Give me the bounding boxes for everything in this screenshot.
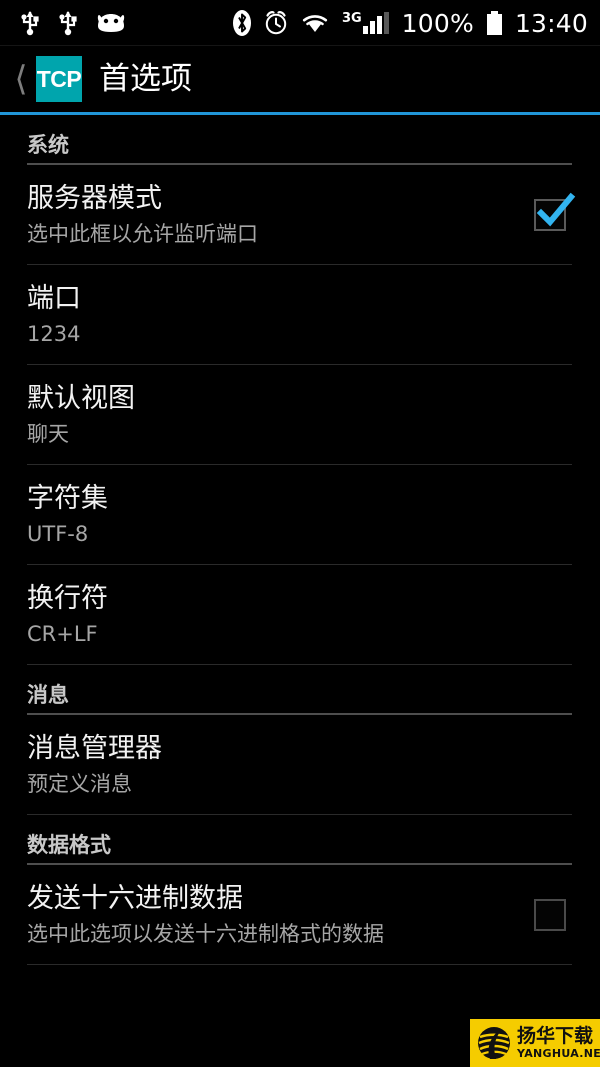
watermark-text: 扬华下载 YANGHUA.NET — [517, 1025, 600, 1060]
status-bar-left-icons — [20, 10, 126, 36]
preference-list: 系统服务器模式选中此框以允许监听端口端口 1234 默认视图聊天字符集 UTF-8 换行… — [0, 115, 600, 966]
preference-title: 发送十六进制数据 — [27, 883, 243, 915]
preference-title: 端口 — [27, 283, 81, 315]
preference-summary: 1234 — [27, 321, 81, 346]
preference-texts: 换行符 CR+LF — [27, 583, 573, 647]
preference-row[interactable]: 消息管理器预定义消息 — [0, 715, 600, 814]
alarm-clock-icon — [265, 11, 287, 35]
section-header: 数据格式 — [0, 815, 600, 863]
status-bar: 3G 100% 13:40 — [0, 0, 600, 46]
preference-summary: CR+LF — [27, 622, 98, 647]
preference-title: 服务器模式 — [27, 183, 162, 214]
page-title: 首选项 — [99, 60, 192, 97]
usb-icon — [59, 11, 77, 36]
action-bar: ⟨ TCP 首选项 — [0, 46, 600, 112]
preference-row[interactable]: 换行符 CR+LF — [0, 565, 600, 664]
battery-percent-label: 100% — [401, 8, 474, 38]
preference-title: 消息管理器 — [27, 733, 162, 765]
section-header: 系统 — [0, 115, 600, 163]
preference-summary: 选中此框以允许监听端口 — [27, 221, 258, 246]
clock-label: 13:40 — [514, 8, 588, 38]
watermark-cn-label: 扬华下载 — [517, 1025, 594, 1047]
section-header: 消息 — [0, 665, 600, 713]
preference-row[interactable]: 默认视图 聊天 — [0, 365, 600, 464]
preference-row[interactable]: 字符集 UTF-8 — [0, 465, 600, 564]
phone-screen: 3G 100% 13:40 ⟨ TCP 首选项 系统服务器模式选中此框以允许监听… — [0, 0, 600, 1067]
row-divider — [27, 964, 572, 966]
preference-texts: 端口 1234 — [27, 283, 573, 347]
checkmark-icon — [536, 192, 576, 227]
preference-summary: 预定义消息 — [27, 772, 132, 797]
checkbox-checked[interactable] — [527, 192, 576, 238]
preference-texts: 消息管理器预定义消息 — [27, 733, 573, 797]
watermark-badge: 扬华下载 YANGHUA.NET — [470, 1019, 600, 1067]
app-icon[interactable]: TCP — [36, 56, 82, 102]
status-bar-right-icons: 3G 100% 13:40 — [232, 8, 588, 38]
network-type-label: 3G — [341, 11, 362, 26]
preference-title: 换行符 — [27, 583, 108, 615]
preference-row[interactable]: 发送十六进制数据选中此选项以发送十六进制格式的数据 — [0, 865, 600, 964]
preference-texts: 发送十六进制数据选中此选项以发送十六进制格式的数据 — [27, 883, 511, 947]
preference-summary: 选中此选项以发送十六进制格式的数据 — [27, 922, 384, 947]
usb-icon — [21, 11, 39, 36]
android-head-icon — [97, 14, 125, 32]
watermark-en-label: YANGHUA.NET — [517, 1047, 600, 1060]
section-header-label: 消息 — [27, 683, 69, 708]
preference-title: 默认视图 — [27, 383, 135, 415]
globe-icon — [478, 1027, 510, 1059]
preference-texts: 字符集 UTF-8 — [27, 483, 573, 547]
signal-bars — [362, 12, 389, 34]
signal-bars-icon: 3G — [342, 12, 389, 34]
checkbox-unchecked[interactable] — [527, 892, 573, 938]
preference-texts: 服务器模式选中此框以允许监听端口 — [27, 183, 511, 247]
battery-icon — [486, 11, 502, 35]
back-chevron-icon[interactable]: ⟨ — [8, 57, 34, 101]
section-header-label: 系统 — [27, 133, 69, 157]
checkbox-box — [534, 899, 566, 932]
preference-summary: 聊天 — [27, 421, 69, 446]
wifi-icon — [302, 15, 328, 32]
preference-row[interactable]: 端口 1234 — [0, 265, 600, 364]
preference-texts: 默认视图 聊天 — [27, 383, 573, 447]
preference-row[interactable]: 服务器模式选中此框以允许监听端口 — [0, 165, 600, 264]
preference-title: 字符集 — [27, 483, 108, 515]
preference-summary: UTF-8 — [27, 522, 89, 546]
bluetooth-icon — [232, 10, 251, 36]
section-header-label: 数据格式 — [27, 833, 111, 858]
app-icon-label: TCP — [36, 65, 82, 92]
